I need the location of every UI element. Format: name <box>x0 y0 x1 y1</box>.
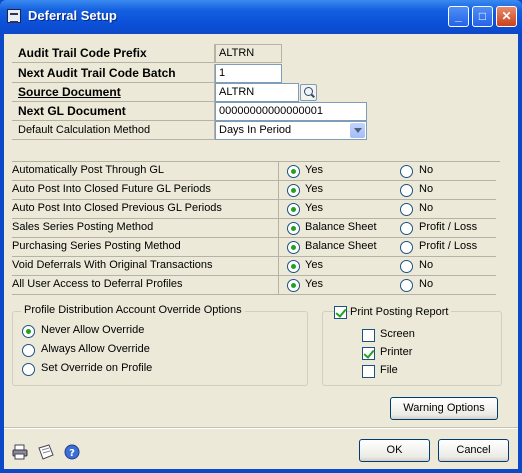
print-destination-label: Printer <box>380 346 413 358</box>
maximize-button[interactable]: □ <box>472 6 493 27</box>
option-radio-1-label: Yes <box>305 164 323 176</box>
option-label: Auto Post Into Closed Previous GL Period… <box>12 200 279 218</box>
note-icon[interactable] <box>37 444 54 460</box>
option-radio-2-label: No <box>419 164 434 176</box>
footer-divider <box>4 427 518 429</box>
option-row: Void Deferrals With Original Transaction… <box>12 257 496 276</box>
calc-method-select[interactable]: Days In Period <box>215 121 367 140</box>
profile-override-title: Profile Distribution Account Override Op… <box>21 304 245 316</box>
print-destination-checkbox[interactable] <box>362 365 375 378</box>
option-radio-2[interactable] <box>400 203 413 216</box>
option-radio-1[interactable] <box>287 241 300 254</box>
option-radio-2-label: Profit / Loss <box>419 240 478 252</box>
option-radio-1-label: Yes <box>305 259 323 271</box>
option-radio-1[interactable] <box>287 222 300 235</box>
option-radio-2-label: Profit / Loss <box>419 221 478 233</box>
option-radio-1-label: Yes <box>305 278 323 290</box>
option-radio-2[interactable] <box>400 260 413 273</box>
print-report-checkbox[interactable] <box>334 306 347 319</box>
override-radio-label: Always Allow Override <box>41 343 150 355</box>
svg-text:?: ? <box>69 448 75 459</box>
option-label: All User Access to Deferral Profiles <box>12 276 279 294</box>
option-row: Sales Series Posting Method Balance Sheet… <box>12 219 496 238</box>
option-radio-1[interactable] <box>287 203 300 216</box>
option-radio-2[interactable] <box>400 241 413 254</box>
dialog-body: Audit Trail Code Prefix ALTRN Next Audit… <box>4 34 518 469</box>
option-radio-1-label: Yes <box>305 202 323 214</box>
warning-options-button[interactable]: Warning Options <box>390 397 498 420</box>
deferral-setup-window: Deferral Setup _ □ ✕ Audit Trail Code Pr… <box>0 0 522 473</box>
next-batch-field[interactable]: 1 <box>215 64 282 83</box>
next-gl-field[interactable]: 00000000000000001 <box>215 102 367 121</box>
option-radio-2[interactable] <box>400 165 413 178</box>
option-radio-2-label: No <box>419 278 434 290</box>
option-label: Sales Series Posting Method <box>12 219 279 237</box>
option-radio-1[interactable] <box>287 279 300 292</box>
option-radio-1-label: Balance Sheet <box>305 221 377 233</box>
title-bar[interactable]: Deferral Setup _ □ ✕ <box>0 0 522 34</box>
option-row: Automatically Post Through GL Yes No <box>12 162 496 181</box>
option-row: Purchasing Series Posting Method Balance … <box>12 238 496 257</box>
option-radio-2[interactable] <box>400 279 413 292</box>
option-radio-2-label: No <box>419 259 434 271</box>
print-destination-checkbox[interactable] <box>362 347 375 360</box>
source-document-label[interactable]: Source Document <box>12 83 215 102</box>
option-label: Void Deferrals With Original Transaction… <box>12 257 279 275</box>
calc-method-value: Days In Period <box>219 124 292 136</box>
option-radio-2[interactable] <box>400 184 413 197</box>
option-radio-1[interactable] <box>287 165 300 178</box>
override-radio-label: Set Override on Profile <box>41 362 153 374</box>
next-gl-label: Next GL Document <box>12 102 215 121</box>
option-row: All User Access to Deferral Profiles Yes N… <box>12 276 496 295</box>
ok-button[interactable]: OK <box>359 439 430 462</box>
override-radio[interactable] <box>22 325 35 338</box>
option-row: Auto Post Into Closed Future GL Periods Y… <box>12 181 496 200</box>
option-radio-2[interactable] <box>400 222 413 235</box>
help-icon[interactable]: ? <box>64 444 80 460</box>
audit-prefix-field: ALTRN <box>215 44 282 63</box>
print-destination-label: File <box>380 364 398 376</box>
close-button[interactable]: ✕ <box>496 6 517 27</box>
override-radio-label: Never Allow Override <box>41 324 145 336</box>
audit-prefix-label: Audit Trail Code Prefix <box>12 44 215 63</box>
minimize-button[interactable]: _ <box>448 6 469 27</box>
cancel-button[interactable]: Cancel <box>438 439 509 462</box>
override-radio[interactable] <box>22 344 35 357</box>
option-row: Auto Post Into Closed Previous GL Period… <box>12 200 496 219</box>
option-radio-1[interactable] <box>287 184 300 197</box>
print-report-label: Print Posting Report <box>350 306 452 318</box>
option-radio-2-label: No <box>419 202 434 214</box>
option-radio-1[interactable] <box>287 260 300 273</box>
next-batch-label: Next Audit Trail Code Batch <box>12 64 215 83</box>
window-icon <box>7 9 21 23</box>
option-radio-2-label: No <box>419 183 434 195</box>
window-title: Deferral Setup <box>28 8 117 23</box>
lookup-icon[interactable] <box>300 84 317 101</box>
chevron-down-icon[interactable] <box>350 123 365 138</box>
calc-method-label: Default Calculation Method <box>12 121 215 140</box>
print-destination-checkbox[interactable] <box>362 329 375 342</box>
source-document-field[interactable]: ALTRN <box>215 83 299 102</box>
option-radio-1-label: Balance Sheet <box>305 240 377 252</box>
option-radio-1-label: Yes <box>305 183 323 195</box>
printer-icon[interactable] <box>12 444 28 460</box>
print-destination-label: Screen <box>380 328 415 340</box>
option-label: Auto Post Into Closed Future GL Periods <box>12 181 279 199</box>
option-label: Purchasing Series Posting Method <box>12 238 279 256</box>
override-radio[interactable] <box>22 363 35 376</box>
option-label: Automatically Post Through GL <box>12 162 279 180</box>
